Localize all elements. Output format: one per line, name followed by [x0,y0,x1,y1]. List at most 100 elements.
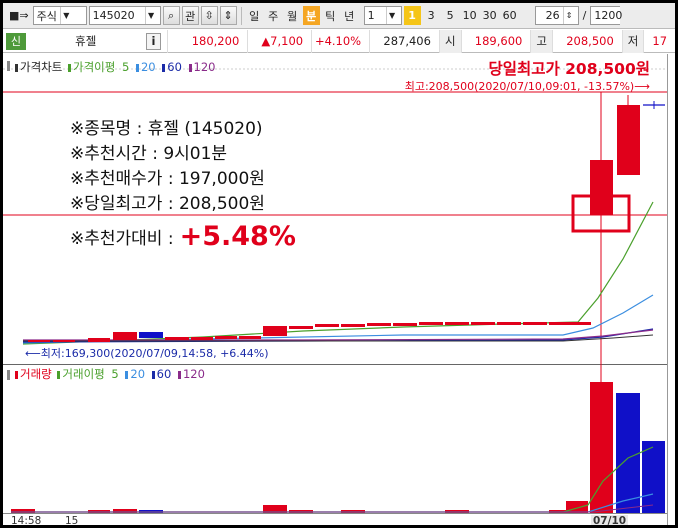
info-day-high: ※당일최고가 : 208,500원 [70,194,265,214]
xaxis-label-start: 14:58 [11,515,42,527]
spin-icon: ⇕ [562,7,575,24]
price-change: ▲7,100 [247,29,311,53]
headline-high-price: 당일최고가 208,500원 [488,60,650,78]
minute-1[interactable]: 1 [403,6,421,25]
count-stepper[interactable]: 26 ⇕ [534,6,579,25]
stepper-icon[interactable]: ⇕ [219,6,237,25]
candle [53,340,75,342]
xaxis-label-date: 07/10 [591,515,629,527]
period-year[interactable]: 년 [341,6,358,25]
open-value: 189,600 [460,29,531,53]
link-icon[interactable]: ■⇒ [7,6,31,25]
pane-handle[interactable] [7,61,10,71]
code-input[interactable]: 145020 ▼ [88,6,161,25]
right-scale-strip[interactable] [667,54,675,525]
info-return-label: ※추천가대비 : [70,228,174,249]
count-value: 26 [545,9,560,22]
candle [289,326,313,329]
minute-10[interactable]: 10 [461,6,479,25]
legend-vol-ma5: 5 [111,367,119,381]
candle [263,326,287,336]
info-button[interactable]: i [145,32,162,50]
open-label: 시 [438,29,461,53]
info-recommend-time: ※추천시간 : 9시01분 [70,144,228,164]
high-value: 208,500 [551,29,622,53]
minute-5[interactable]: 5 [442,6,459,25]
period-minute[interactable]: 분 [302,6,320,25]
candle [113,332,137,340]
legend-marker [177,371,181,379]
legend-vol-ma120: 120 [182,367,205,381]
candle [549,322,573,325]
period-month[interactable]: 월 [284,6,301,25]
legend-marker [151,371,155,379]
price-legend: 가격차트 가격이평 5 20 60 120 [15,59,216,75]
legend-marker [15,371,18,379]
count-total-value: 1200 [594,9,623,22]
volume-value: 287,406 [369,29,439,53]
minute-30[interactable]: 30 [481,6,499,25]
high-label: 고 [530,29,552,53]
legend-marker [67,64,71,72]
legend-vol-ma20: 20 [130,367,146,381]
candle [393,323,417,326]
candle [315,324,339,327]
candle [367,323,391,326]
legend-marker [125,371,129,379]
period-tick[interactable]: 틱 [322,6,339,25]
low-price-note: ⟵최저:169,300(2020/07/09,14:58, +6.44%) [25,347,269,360]
pane-handle[interactable] [7,370,10,380]
candle [239,336,261,339]
legend-marker [15,64,18,72]
market-select-value: 주식 [36,9,57,23]
legend-ma120: 120 [193,60,216,74]
candle [497,322,521,325]
search-icon[interactable]: ⌕ [162,6,180,25]
legend-ma60: 60 [167,60,182,74]
legend-ma-title: 가격이평 [72,60,116,74]
chevron-down-icon: ▼ [144,7,157,24]
candle [419,322,443,325]
period-day[interactable]: 일 [246,6,263,25]
count-separator: / [582,9,587,22]
candle [28,340,50,342]
info-buy-price: ※추천매수가 : 197,000원 [70,169,265,189]
period-week[interactable]: 주 [265,6,282,25]
legend-ma5: 5 [121,60,130,74]
volume-chart-svg [11,365,665,513]
info-stock-name: ※종목명 : 휴젤 (145020) [70,119,263,139]
time-axis: 14:58 15 07/10 [3,513,675,527]
legend-ma20: 20 [140,60,156,74]
minute-3[interactable]: 3 [423,6,440,25]
sort-icon[interactable]: ⇳ [200,6,218,25]
candle [573,322,591,325]
low-label: 저 [621,29,644,53]
count-total: 1200 [590,6,623,25]
candle [471,322,495,325]
interval-select[interactable]: 1 ▼ [363,6,402,25]
price-chart-pane[interactable]: 가격차트 가격이평 5 20 60 120 당일최고가 208,500원 최고:… [3,54,675,365]
legend-volume-title: 거래량 [20,367,52,381]
current-price: 180,200 [167,29,247,53]
candle [191,337,213,340]
volume-legend: 거래량 거래이평 5 20 60 120 [15,366,205,382]
candle-big-2 [617,105,640,175]
related-button[interactable]: 관 [181,6,199,25]
quote-bar: 신 휴젤 i 180,200 ▲7,100 +4.10% 287,406 시 1… [3,29,675,53]
legend-vol-ma-title: 거래이평 [62,367,105,381]
chevron-down-icon: ▼ [385,7,398,24]
candle [165,337,189,340]
volume-bar-big-1 [590,382,613,513]
legend-marker [57,371,61,379]
candle [445,322,469,325]
divider [240,6,242,25]
legend-marker [135,64,139,72]
candle [215,336,237,339]
legend-marker [188,64,192,72]
minute-60[interactable]: 60 [501,6,519,25]
volume-chart-pane[interactable]: 거래량 거래이평 5 20 60 120 [3,365,675,513]
market-select[interactable]: 주식 ▼ [32,6,87,25]
xaxis-label-15: 15 [65,515,79,527]
candle [341,324,365,327]
volume-bars [11,382,665,513]
